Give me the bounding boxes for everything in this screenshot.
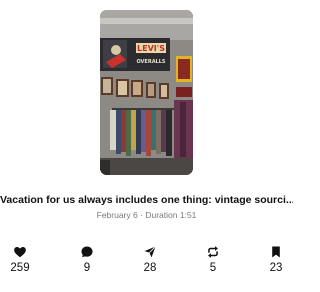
- shares-stat[interactable]: 28: [130, 245, 170, 274]
- thrift-store-photo: LEVI'S OVERALLS: [100, 10, 193, 175]
- post-date: February 6: [96, 210, 138, 220]
- video-meta: February 6 · Duration 1:51: [0, 210, 293, 220]
- video-caption[interactable]: Vacation for us always includes one thin…: [0, 194, 293, 206]
- saves-count: 23: [269, 262, 283, 274]
- comments-count: 9: [83, 262, 91, 274]
- reposts-count: 5: [209, 262, 217, 274]
- repost-icon: [208, 246, 218, 258]
- poster-title: LEVI'S: [137, 44, 165, 53]
- share-icon: [144, 246, 156, 258]
- saves-stat[interactable]: 23: [256, 245, 296, 274]
- bookmark-icon: [272, 246, 280, 258]
- poster-subtitle: OVERALLS: [136, 59, 165, 65]
- video-post-card[interactable]: LEVI'S OVERALLS Vacation for us always i…: [0, 0, 293, 292]
- heart-icon: [14, 247, 26, 258]
- likes-stat[interactable]: 259: [0, 245, 40, 274]
- comments-stat[interactable]: 9: [67, 245, 107, 274]
- video-duration: Duration 1:51: [145, 210, 197, 220]
- engagement-stats: 259 9 28 5 23: [0, 245, 293, 279]
- video-thumbnail[interactable]: LEVI'S OVERALLS: [100, 10, 193, 175]
- meta-separator: ·: [140, 210, 143, 220]
- shares-count: 28: [143, 262, 157, 274]
- comment-icon: [81, 246, 93, 258]
- reposts-stat[interactable]: 5: [193, 245, 233, 274]
- likes-count: 259: [10, 262, 30, 274]
